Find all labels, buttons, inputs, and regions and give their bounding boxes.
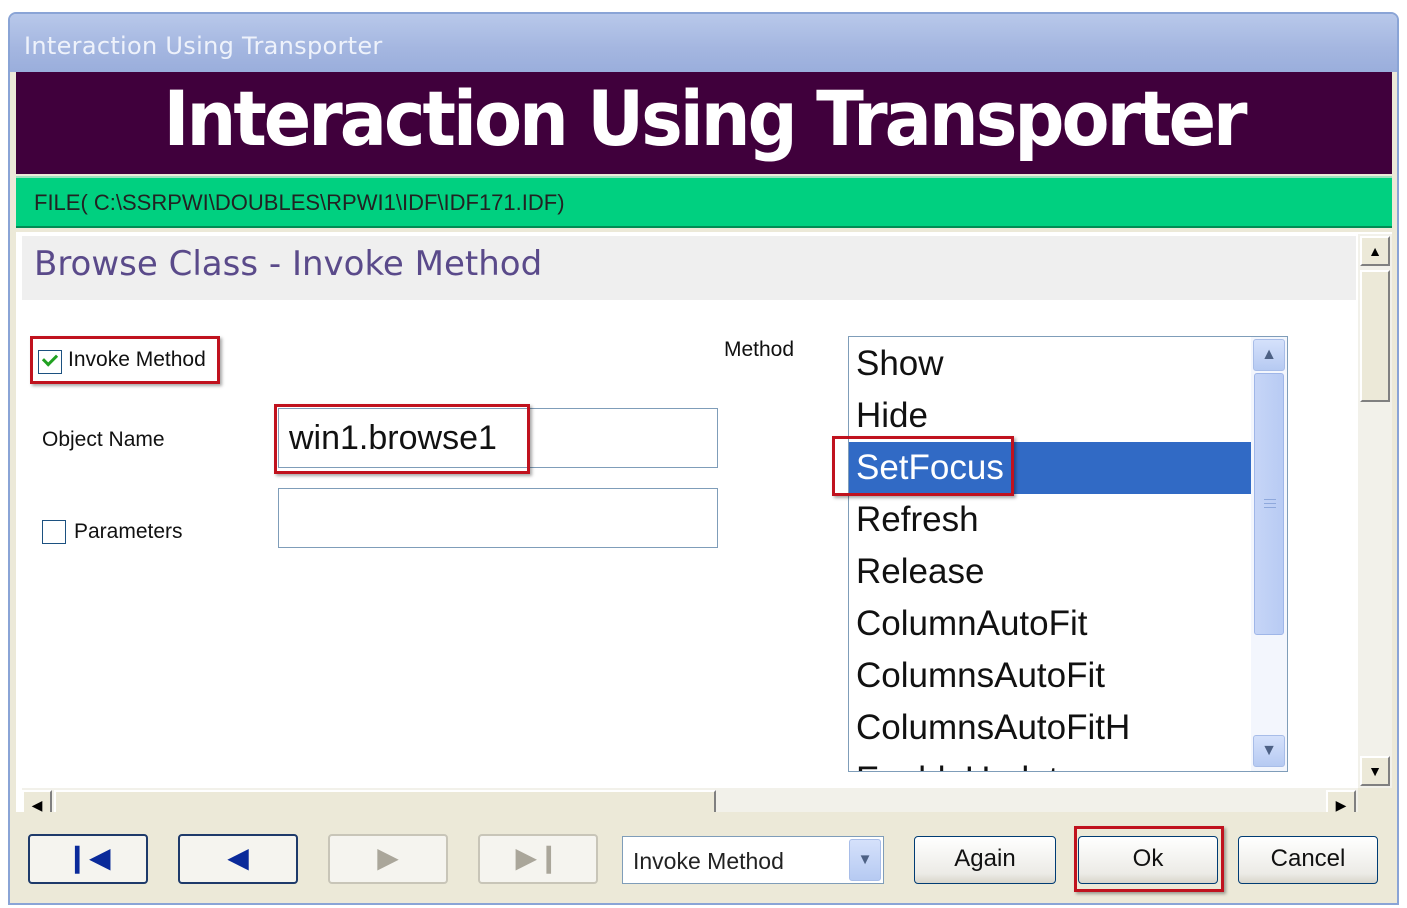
highlight-setfocus [832, 436, 1014, 496]
prev-record-icon: ◀ [227, 842, 249, 873]
first-record-button[interactable]: ❙◀ [28, 834, 148, 884]
scroll-grip [1264, 503, 1276, 504]
last-record-icon: ▶❙ [515, 842, 561, 873]
file-path-text: FILE( C:\SSRPWI\DOUBLES\RPWI1\IDF\IDF171… [34, 190, 565, 215]
highlight-invoke-method [30, 336, 220, 384]
method-listbox[interactable]: Show Hide SetFocus Refresh Release Colum… [848, 336, 1288, 772]
transporter-window: Interaction Using Transporter Interactio… [8, 12, 1399, 905]
panel-vertical-scrollbar[interactable]: ▲ ▼ [1358, 234, 1392, 788]
chevron-down-icon[interactable]: ▼ [849, 839, 881, 881]
method-option[interactable]: Release [849, 546, 1251, 598]
panel-vertical-thumb[interactable] [1360, 270, 1390, 402]
method-option[interactable]: ColumnsAutoFitH [849, 702, 1251, 754]
last-record-button[interactable]: ▶❙ [478, 834, 598, 884]
scroll-up-icon[interactable]: ▲ [1360, 236, 1390, 266]
window-title: Interaction Using Transporter [24, 32, 383, 60]
scroll-down-icon[interactable]: ▼ [1360, 756, 1390, 786]
method-option[interactable]: EnableUpdate [849, 754, 1251, 771]
highlight-object-name [274, 404, 530, 474]
chevron-down-icon[interactable]: ▼ [1253, 735, 1285, 767]
method-option[interactable]: ColumnAutoFit [849, 598, 1251, 650]
method-option[interactable]: ColumnsAutoFit [849, 650, 1251, 702]
prev-record-button[interactable]: ◀ [178, 834, 298, 884]
method-option[interactable]: Refresh [849, 494, 1251, 546]
next-record-icon: ▶ [377, 842, 399, 873]
method-list-scrollbar[interactable]: ▲ ▼ [1251, 337, 1287, 771]
object-name-label: Object Name [42, 428, 165, 451]
parameters-input[interactable] [278, 488, 718, 548]
title-bar[interactable]: Interaction Using Transporter [10, 14, 1397, 72]
app-banner: Interaction Using Transporter [16, 72, 1392, 174]
method-option[interactable]: Hide [849, 390, 1251, 442]
highlight-ok [1074, 826, 1224, 892]
banner-title: Interaction Using Transporter [163, 74, 1247, 164]
action-dropdown[interactable]: Invoke Method ▼ [622, 836, 884, 884]
section-title: Browse Class - Invoke Method [34, 244, 543, 284]
file-path-bar: FILE( C:\SSRPWI\DOUBLES\RPWI1\IDF\IDF171… [16, 176, 1392, 228]
next-record-button[interactable]: ▶ [328, 834, 448, 884]
method-option[interactable]: Show [849, 338, 1251, 390]
form-panel: Browse Class - Invoke Method Invoke Meth… [16, 232, 1392, 822]
cancel-button[interactable]: Cancel [1238, 836, 1378, 884]
method-label: Method [724, 338, 795, 361]
method-list-scroll-thumb[interactable] [1254, 373, 1284, 635]
first-record-icon: ❙◀ [65, 842, 111, 873]
scroll-grip [1264, 499, 1276, 500]
parameters-label[interactable]: Parameters [74, 520, 183, 544]
button-bar: ❙◀ ◀ ▶ ▶❙ Invoke Method ▼ Again Ok Cance… [10, 812, 1397, 903]
section-header: Browse Class - Invoke Method [22, 236, 1356, 300]
action-dropdown-value: Invoke Method [633, 848, 784, 874]
scroll-grip [1264, 507, 1276, 508]
chevron-up-icon[interactable]: ▲ [1253, 339, 1285, 371]
parameters-checkbox[interactable] [42, 520, 66, 544]
again-button[interactable]: Again [914, 836, 1056, 884]
